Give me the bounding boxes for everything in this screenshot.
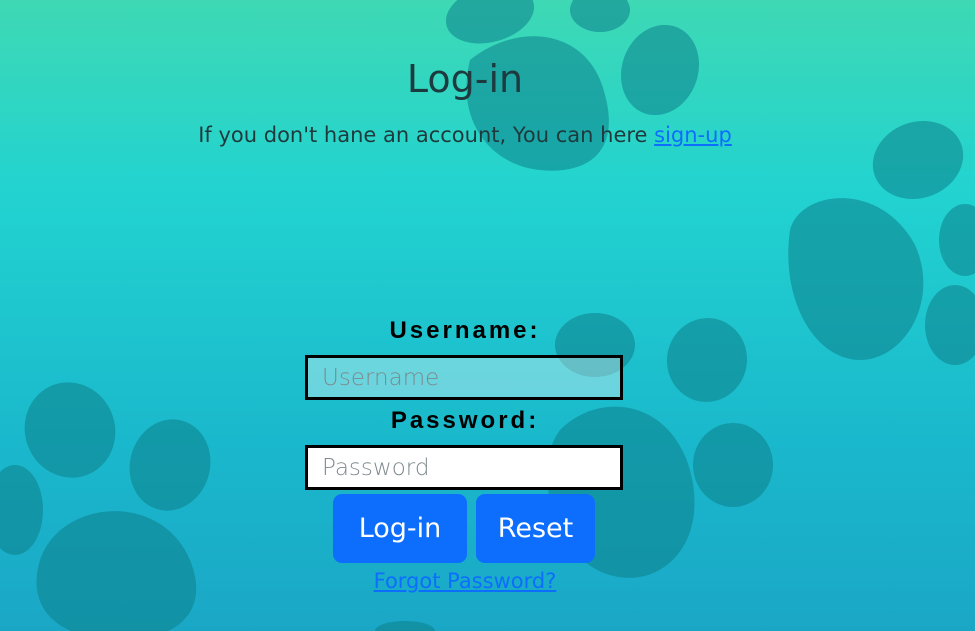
reset-button[interactable]: Reset <box>476 494 595 563</box>
login-button[interactable]: Log-in <box>333 494 467 563</box>
password-label: Password: <box>390 407 540 434</box>
signup-link[interactable]: sign-up <box>654 123 732 147</box>
username-input[interactable] <box>305 355 623 400</box>
username-label: Username: <box>389 317 541 344</box>
signup-prompt: If you don't hane an account, You can he… <box>0 123 930 147</box>
forgot-password: Forgot Password? <box>0 569 930 593</box>
signup-prompt-text: If you don't hane an account, You can he… <box>198 123 655 147</box>
page-title: Log-in <box>406 57 524 101</box>
forgot-password-link[interactable]: Forgot Password? <box>374 569 557 593</box>
password-input[interactable] <box>305 445 623 490</box>
login-page: Log-in If you don't hane an account, You… <box>0 0 975 631</box>
